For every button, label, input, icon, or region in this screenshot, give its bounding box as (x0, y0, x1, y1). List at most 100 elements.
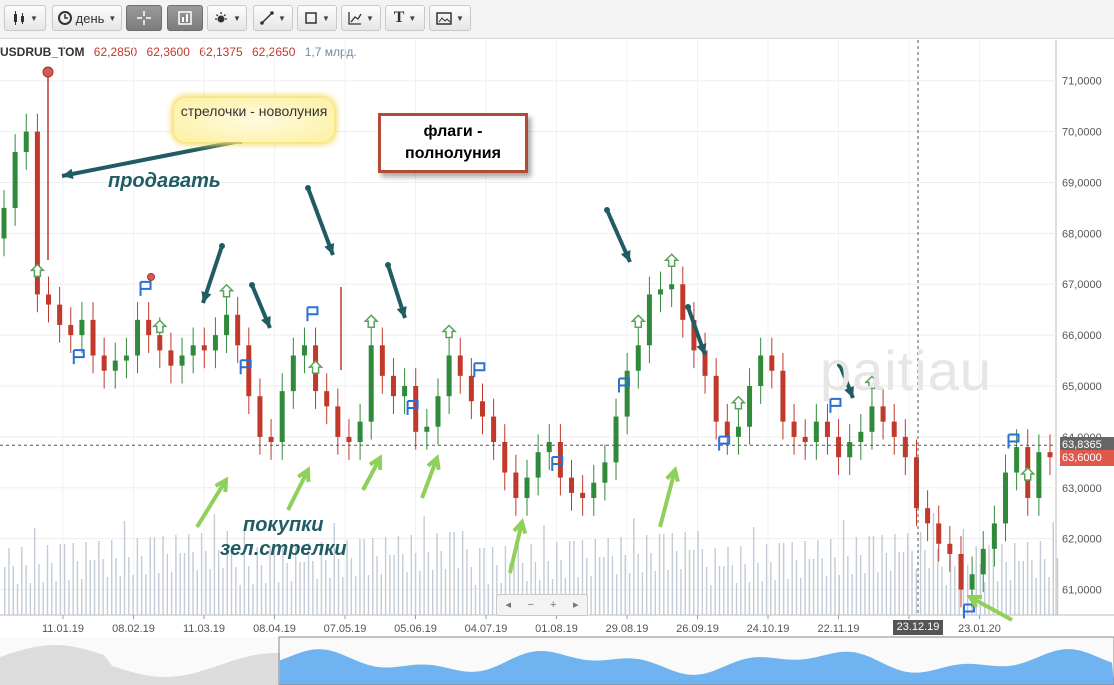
candle (1047, 452, 1053, 458)
volume-bar (735, 583, 738, 615)
volume-bar (115, 558, 117, 615)
volume-bar (770, 562, 772, 615)
volume-bar (778, 543, 781, 615)
volume-bar (491, 547, 494, 615)
volume-bar (740, 546, 742, 615)
candle (791, 421, 797, 437)
volume-bar (590, 576, 592, 615)
volume-bar (436, 533, 438, 615)
volume-bar (333, 523, 335, 615)
volume-bar (397, 536, 400, 615)
candle (379, 345, 385, 376)
volume-bar (196, 570, 198, 615)
volume-bar (290, 581, 293, 615)
last-price-label: 63,6000 (1060, 450, 1114, 467)
volume-bar (384, 537, 387, 615)
sell-arrow-dot (249, 282, 255, 288)
volume-bar (106, 577, 109, 615)
volume-bar (928, 568, 930, 615)
volume-bar (76, 561, 79, 615)
candle (168, 350, 174, 366)
volume-bar (705, 567, 708, 615)
volume-bar (423, 516, 425, 615)
y-tick-label: 71,0000 (1062, 76, 1102, 88)
candle (357, 421, 363, 442)
volume-bar (265, 583, 267, 615)
volume-bar (337, 559, 340, 615)
candle (591, 482, 597, 498)
zoom-in-button[interactable]: + (542, 595, 565, 615)
volume-bar (29, 583, 32, 615)
volume-bar (132, 575, 134, 615)
volume-bar (693, 550, 695, 615)
candle (301, 345, 307, 356)
volume-bar (838, 575, 840, 615)
candle (23, 131, 29, 152)
volume-bar (427, 552, 430, 615)
volume-bar (247, 566, 250, 615)
volume-bar (752, 527, 755, 615)
candle (179, 355, 185, 366)
volume-bar (367, 575, 370, 615)
volume-bar (431, 570, 434, 615)
volume-bar (1035, 578, 1037, 615)
volume-bar (594, 539, 597, 615)
new-moon-arrow-icon (730, 395, 747, 410)
buy-label-2: зел.стрелки (220, 538, 347, 560)
volume-bar (12, 566, 14, 615)
volume-bar (145, 574, 147, 615)
candle (925, 508, 931, 524)
volume-bar (235, 567, 237, 615)
scroll-right-button[interactable]: ▸ (565, 595, 588, 615)
volume-bar (98, 541, 100, 615)
volume-bar (457, 568, 460, 615)
volume-bar (945, 585, 947, 615)
volume-bar (641, 572, 644, 615)
volume-bar (1039, 541, 1042, 615)
volume-bar (868, 536, 870, 615)
volume-bar (710, 585, 712, 615)
volume-bar (8, 548, 10, 615)
volume-bar (1048, 577, 1050, 615)
candle (90, 319, 96, 356)
y-tick-label: 62,0000 (1062, 534, 1102, 546)
x-tick-label: 01.08.19 (535, 623, 578, 635)
volume-bar (277, 582, 280, 615)
sell-arrow-dot (604, 207, 610, 213)
volume-bar (988, 545, 990, 615)
candle (747, 386, 753, 427)
candle (524, 477, 530, 498)
candle (902, 436, 908, 458)
volume-bar (701, 549, 704, 615)
volume-bar (667, 570, 669, 615)
volume-bar (149, 537, 151, 615)
chart-navigator-buttons: ◂ − + ▸ (496, 594, 588, 616)
zoom-out-button[interactable]: − (520, 595, 543, 615)
volume-bar (616, 574, 618, 615)
volume-bar (688, 550, 691, 615)
high-marker (147, 273, 155, 281)
sell-arrow-dot (685, 304, 691, 310)
candle (235, 314, 241, 346)
volume-bar (110, 540, 113, 615)
candle (824, 421, 830, 437)
volume-bar (449, 532, 451, 615)
candle (646, 294, 652, 346)
volume-bar (812, 559, 815, 615)
volume-bar (992, 545, 995, 615)
volume-bar (312, 561, 314, 615)
x-tick-label: 23.01.20 (958, 623, 1001, 635)
x-tick-label: 22.11.19 (817, 623, 859, 635)
scroll-left-button[interactable]: ◂ (497, 595, 520, 615)
volume-bar (859, 555, 862, 615)
volume-bar (1056, 558, 1059, 615)
candle (891, 421, 897, 437)
x-tick-label: 07.05.19 (324, 623, 367, 635)
volume-bar (624, 555, 626, 615)
candle (335, 406, 341, 437)
x-tick-label: 08.02.19 (112, 623, 155, 635)
volume-bar (898, 552, 900, 615)
volume-bar (487, 584, 490, 615)
candle (613, 416, 619, 463)
candle (268, 436, 274, 442)
